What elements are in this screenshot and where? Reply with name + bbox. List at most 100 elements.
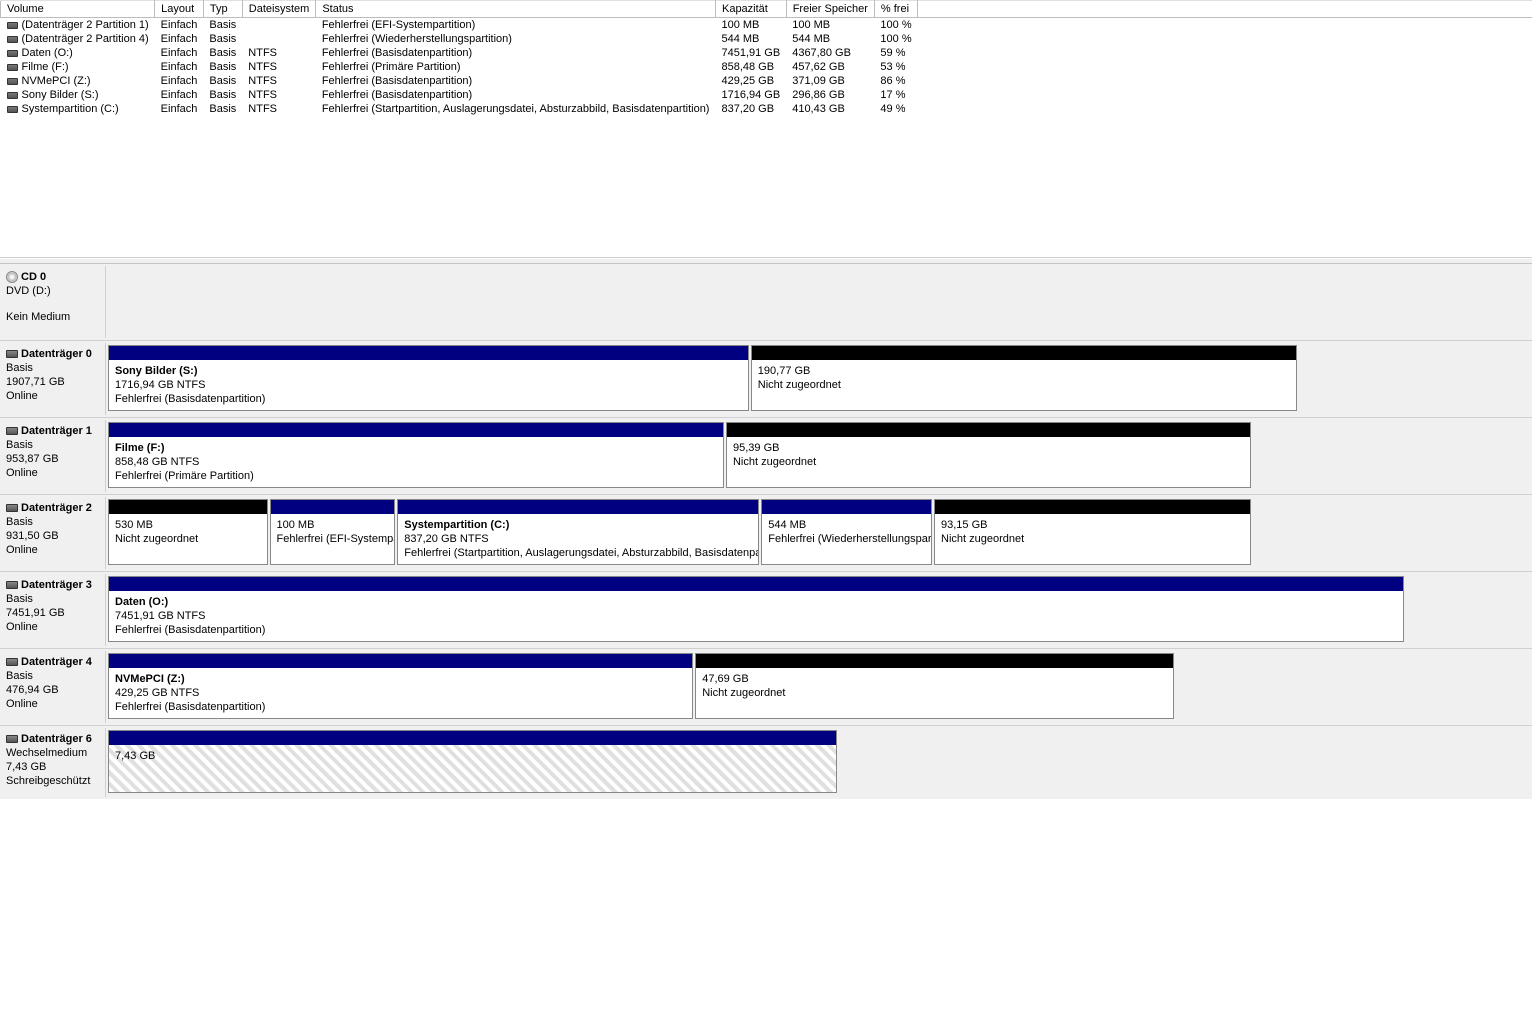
partition-title: Daten (O:) <box>115 595 1397 609</box>
disk-info[interactable]: Datenträger 3Basis7451,91 GBOnline <box>0 574 106 646</box>
col-layout[interactable]: Layout <box>155 1 204 18</box>
disk-partitions: Filme (F:)858,48 GB NTFSFehlerfrei (Prim… <box>106 420 1255 492</box>
volume-row[interactable]: (Datenträger 2 Partition 4)EinfachBasisF… <box>1 32 1532 46</box>
partition[interactable]: 530 MBNicht zugeordnet <box>108 499 268 565</box>
disk-row[interactable]: Datenträger 0Basis1907,71 GBOnlineSony B… <box>0 340 1532 417</box>
partition-header <box>752 346 1296 360</box>
volume-status: Fehlerfrei (Basisdatenpartition) <box>316 74 716 88</box>
col-typ[interactable]: Typ <box>203 1 242 18</box>
volume-typ: Basis <box>203 88 242 102</box>
partition-title: Sony Bilder (S:) <box>115 364 742 378</box>
col-pctfrei[interactable]: % frei <box>874 1 917 18</box>
partition-header <box>109 346 748 360</box>
partition[interactable]: 47,69 GBNicht zugeordnet <box>695 653 1174 719</box>
hard-disk-icon <box>6 735 18 743</box>
partition[interactable]: Daten (O:)7451,91 GB NTFSFehlerfrei (Bas… <box>108 576 1404 642</box>
partition-header <box>727 423 1250 437</box>
disk-row[interactable]: Datenträger 3Basis7451,91 GBOnlineDaten … <box>0 571 1532 648</box>
partition-status: Fehlerfrei (Startpartition, Auslagerungs… <box>404 546 752 560</box>
partition[interactable]: 100 MBFehlerfrei (EFI-Systempartition) <box>270 499 396 565</box>
disk-state: Online <box>6 466 99 480</box>
disk-row[interactable]: Datenträger 4Basis476,94 GBOnlineNVMePCI… <box>0 648 1532 725</box>
disk-name: Datenträger 2 <box>21 502 92 514</box>
disk-row[interactable]: Datenträger 1Basis953,87 GBOnlineFilme (… <box>0 417 1532 494</box>
disk-size: 476,94 GB <box>6 683 99 697</box>
partition[interactable]: Sony Bilder (S:)1716,94 GB NTFSFehlerfre… <box>108 345 749 411</box>
volume-name: (Datenträger 2 Partition 4) <box>22 33 149 45</box>
volume-name: Systempartition (C:) <box>22 103 119 115</box>
partition-size: 7451,91 GB NTFS <box>115 609 1397 623</box>
disk-row[interactable]: Datenträger 2Basis931,50 GBOnline530 MBN… <box>0 494 1532 571</box>
partition-body: 530 MBNicht zugeordnet <box>109 514 267 564</box>
disk-state: Online <box>6 543 99 557</box>
volumes-header-row[interactable]: Volume Layout Typ Dateisystem Status Kap… <box>1 1 1532 18</box>
partition-size: 190,77 GB <box>758 364 1290 378</box>
partition[interactable]: Filme (F:)858,48 GB NTFSFehlerfrei (Prim… <box>108 422 724 488</box>
disk-name: CD 0 <box>21 271 46 283</box>
disk-state: Online <box>6 620 99 634</box>
disk-info[interactable]: Datenträger 4Basis476,94 GBOnline <box>0 651 106 723</box>
disk-state: Kein Medium <box>6 310 99 324</box>
partition-size: 837,20 GB NTFS <box>404 532 752 546</box>
disk-type: Wechselmedium <box>6 746 99 760</box>
partition[interactable]: Systempartition (C:)837,20 GB NTFSFehler… <box>397 499 759 565</box>
partition[interactable]: 95,39 GBNicht zugeordnet <box>726 422 1251 488</box>
partition-header <box>762 500 931 514</box>
disk-info[interactable]: CD 0DVD (D:) Kein Medium <box>0 266 106 338</box>
volume-typ: Basis <box>203 102 242 116</box>
partition-body: Systempartition (C:)837,20 GB NTFSFehler… <box>398 514 758 564</box>
partition[interactable]: 544 MBFehlerfrei (Wiederherstellungspart… <box>761 499 932 565</box>
disk-info[interactable]: Datenträger 6Wechselmedium7,43 GBSchreib… <box>0 728 106 797</box>
col-volume[interactable]: Volume <box>1 1 155 18</box>
col-freier[interactable]: Freier Speicher <box>786 1 874 18</box>
volume-status: Fehlerfrei (Startpartition, Auslagerungs… <box>316 102 716 116</box>
partition-header <box>109 500 267 514</box>
hard-disk-icon <box>6 581 18 589</box>
partition[interactable]: 190,77 GBNicht zugeordnet <box>751 345 1297 411</box>
partition-header <box>935 500 1250 514</box>
partition-size: 858,48 GB NTFS <box>115 455 717 469</box>
volume-row[interactable]: NVMePCI (Z:)EinfachBasisNTFSFehlerfrei (… <box>1 74 1532 88</box>
volume-list-pane[interactable]: Volume Layout Typ Dateisystem Status Kap… <box>0 0 1532 258</box>
hard-disk-icon <box>6 350 18 358</box>
disk-row[interactable]: Datenträger 6Wechselmedium7,43 GBSchreib… <box>0 725 1532 799</box>
partition-status: Fehlerfrei (EFI-Systempartition) <box>277 532 389 546</box>
partition-status: Fehlerfrei (Primäre Partition) <box>115 469 717 483</box>
volume-status: Fehlerfrei (Primäre Partition) <box>316 60 716 74</box>
col-kapazitaet[interactable]: Kapazität <box>715 1 786 18</box>
disk-info[interactable]: Datenträger 0Basis1907,71 GBOnline <box>0 343 106 415</box>
volume-row[interactable]: Sony Bilder (S:)EinfachBasisNTFSFehlerfr… <box>1 88 1532 102</box>
disk-info[interactable]: Datenträger 2Basis931,50 GBOnline <box>0 497 106 569</box>
disk-info[interactable]: Datenträger 1Basis953,87 GBOnline <box>0 420 106 492</box>
disk-partitions: Daten (O:)7451,91 GB NTFSFehlerfrei (Bas… <box>106 574 1408 646</box>
disk-row[interactable]: CD 0DVD (D:) Kein Medium <box>0 264 1532 340</box>
volume-free: 410,43 GB <box>786 102 874 116</box>
disk-size: 931,50 GB <box>6 529 99 543</box>
volume-free: 457,62 GB <box>786 60 874 74</box>
volume-row[interactable]: Filme (F:)EinfachBasisNTFSFehlerfrei (Pr… <box>1 60 1532 74</box>
col-dateisystem[interactable]: Dateisystem <box>242 1 316 18</box>
volume-row[interactable]: (Datenträger 2 Partition 1)EinfachBasisF… <box>1 18 1532 33</box>
partition[interactable]: NVMePCI (Z:)429,25 GB NTFSFehlerfrei (Ba… <box>108 653 693 719</box>
disk-type: DVD (D:) <box>6 284 99 298</box>
volume-cap: 1716,94 GB <box>715 88 786 102</box>
volume-free: 4367,80 GB <box>786 46 874 60</box>
partition[interactable]: 7,43 GB <box>108 730 837 793</box>
disk-size: 953,87 GB <box>6 452 99 466</box>
volume-free: 296,86 GB <box>786 88 874 102</box>
partition-title: Filme (F:) <box>115 441 717 455</box>
col-status[interactable]: Status <box>316 1 716 18</box>
partition-title: NVMePCI (Z:) <box>115 672 686 686</box>
volume-status: Fehlerfrei (Wiederherstellungspartition) <box>316 32 716 46</box>
partition[interactable]: 93,15 GBNicht zugeordnet <box>934 499 1251 565</box>
volume-row[interactable]: Daten (O:)EinfachBasisNTFSFehlerfrei (Ba… <box>1 46 1532 60</box>
volume-row[interactable]: Systempartition (C:)EinfachBasisNTFSFehl… <box>1 102 1532 116</box>
volume-pct: 86 % <box>874 74 917 88</box>
disk-map-pane[interactable]: CD 0DVD (D:) Kein Medium Datenträger 0Basi… <box>0 264 1532 799</box>
volume-typ: Basis <box>203 60 242 74</box>
partition-size: 1716,94 GB NTFS <box>115 378 742 392</box>
volume-icon <box>7 92 18 99</box>
volumes-table: Volume Layout Typ Dateisystem Status Kap… <box>0 0 1532 116</box>
disk-state: Schreibgeschützt <box>6 774 99 788</box>
volume-fs: NTFS <box>242 88 316 102</box>
